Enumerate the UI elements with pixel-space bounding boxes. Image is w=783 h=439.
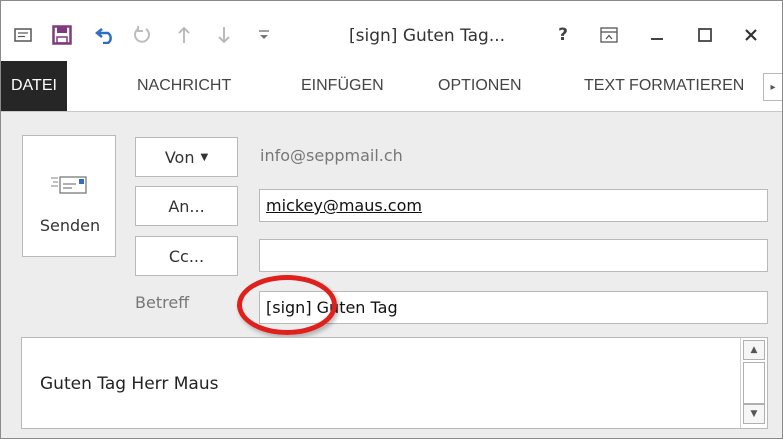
tab-einfuegen[interactable]: EINFÜGEN xyxy=(301,61,384,111)
help-icon[interactable]: ? xyxy=(553,23,573,47)
save-icon[interactable] xyxy=(49,23,75,47)
tab-nachricht[interactable]: NACHRICHT xyxy=(137,61,231,111)
send-button[interactable]: Senden xyxy=(22,135,116,257)
subject-field[interactable]: [sign] Guten Tag xyxy=(259,291,768,324)
cc-field[interactable] xyxy=(259,239,768,272)
customize-qat-icon[interactable] xyxy=(253,23,275,47)
tab-datei[interactable]: DATEI xyxy=(1,61,67,111)
ribbon-tab-bar: DATEI NACHRICHT EINFÜGEN OPTIONEN TEXT F… xyxy=(1,61,782,111)
ribbon-display-icon[interactable] xyxy=(597,23,621,47)
close-icon[interactable] xyxy=(739,23,763,47)
chevron-right-icon: ▸ xyxy=(770,81,776,93)
up-arrow-icon[interactable] xyxy=(173,23,195,47)
send-envelope-icon xyxy=(50,174,88,200)
body-scrollbar[interactable]: ▲ ▼ xyxy=(740,338,767,428)
redo-icon[interactable] xyxy=(129,23,155,47)
to-button[interactable]: An... xyxy=(135,186,238,226)
scroll-down-icon[interactable]: ▼ xyxy=(743,404,765,424)
ribbon-scroll-right-button[interactable]: ▸ xyxy=(763,73,782,101)
to-button-label: An... xyxy=(168,196,205,216)
from-button[interactable]: Von ▼ xyxy=(135,137,238,177)
from-address: info@seppmail.ch xyxy=(260,146,403,165)
outlook-compose-window: [sign] Guten Tag... ? DATEI NACHRICHT EI… xyxy=(0,0,783,439)
to-recipient[interactable]: mickey@maus.com xyxy=(266,196,422,215)
maximize-icon[interactable] xyxy=(693,23,717,47)
subject-value: [sign] Guten Tag xyxy=(266,298,398,317)
scroll-up-icon[interactable]: ▲ xyxy=(743,340,765,360)
subject-label: Betreff xyxy=(135,293,190,312)
chevron-down-icon: ▼ xyxy=(200,151,209,163)
down-arrow-icon[interactable] xyxy=(213,23,235,47)
app-menu-icon[interactable] xyxy=(11,23,35,47)
title-bar: [sign] Guten Tag... ? xyxy=(1,1,782,61)
tab-optionen[interactable]: OPTIONEN xyxy=(438,61,522,111)
scroll-thumb[interactable] xyxy=(743,362,765,404)
ribbon-divider xyxy=(1,111,782,112)
from-button-label: Von xyxy=(164,147,195,167)
tab-text-formatieren[interactable]: TEXT FORMATIEREN xyxy=(584,61,760,111)
message-body[interactable]: Guten Tag Herr Maus ▲ ▼ xyxy=(21,337,768,429)
cc-button[interactable]: Cc... xyxy=(135,236,238,276)
send-button-label: Senden xyxy=(39,216,101,235)
undo-icon[interactable] xyxy=(93,23,119,47)
window-title: [sign] Guten Tag... xyxy=(349,26,506,46)
cc-button-label: Cc... xyxy=(168,246,205,266)
body-text: Guten Tag Herr Maus xyxy=(40,374,219,394)
minimize-icon[interactable] xyxy=(645,23,669,47)
to-field[interactable]: mickey@maus.com xyxy=(259,189,768,222)
